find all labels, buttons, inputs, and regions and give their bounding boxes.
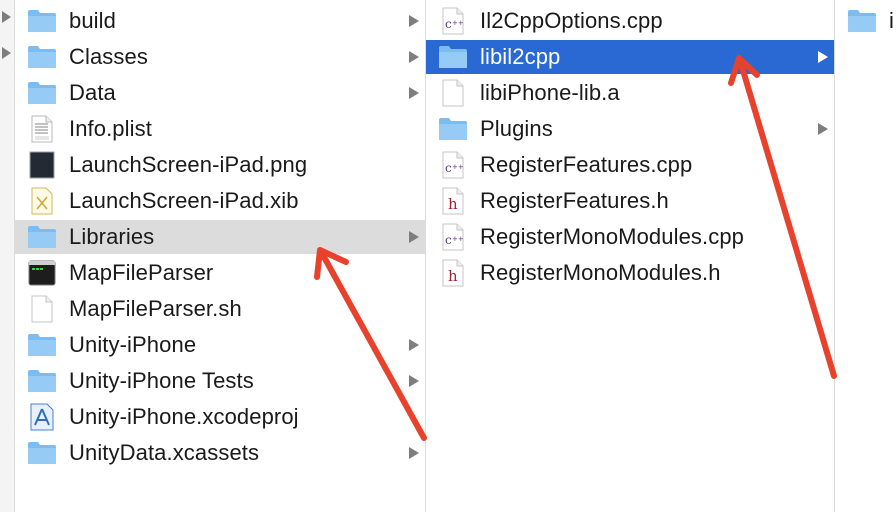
svg-text:c: c — [445, 233, 452, 247]
chevron-right-icon — [2, 47, 11, 59]
folder-icon — [27, 42, 57, 72]
list-item[interactable]: UnityData.xcassets — [15, 436, 425, 470]
document-icon — [27, 294, 57, 324]
chevron-right-icon — [2, 11, 11, 23]
svg-text:h: h — [448, 195, 458, 213]
folder-icon — [27, 438, 57, 468]
list-item[interactable]: i — [835, 4, 896, 38]
list-item[interactable]: Data — [15, 76, 425, 110]
cpp-file-icon: c ++ — [438, 150, 468, 180]
list-item[interactable]: c ++ RegisterMonoModules.cpp — [426, 220, 834, 254]
svg-text:h: h — [448, 267, 458, 285]
list-item[interactable]: h RegisterFeatures.h — [426, 184, 834, 218]
chevron-right-icon — [409, 375, 419, 387]
chevron-right-icon — [409, 447, 419, 459]
folder-icon — [847, 6, 877, 36]
xib-file-icon — [27, 186, 57, 216]
item-label: Unity-iPhone Tests — [69, 368, 254, 393]
header-file-icon: h — [438, 186, 468, 216]
item-label: RegisterFeatures.cpp — [480, 152, 693, 177]
chevron-right-icon — [409, 231, 419, 243]
plist-file-icon — [27, 114, 57, 144]
item-label: Unity-iPhone.xcodeproj — [69, 404, 299, 429]
item-label: UnityData.xcassets — [69, 440, 260, 465]
finder-column-browser: build Classes Data Info.plist LaunchScreen-i… — [0, 0, 896, 512]
svg-text:c: c — [445, 161, 452, 175]
svg-text:++: ++ — [452, 235, 464, 243]
item-label: libil2cpp — [480, 44, 561, 69]
folder-icon — [438, 42, 468, 72]
chevron-right-icon — [818, 51, 828, 63]
item-label: Il2CppOptions.cpp — [480, 8, 663, 33]
list-item[interactable]: build — [15, 4, 425, 38]
item-label: Libraries — [69, 224, 155, 249]
list-item[interactable]: Libraries — [15, 220, 425, 254]
chevron-right-icon — [409, 339, 419, 351]
list-item[interactable]: Unity-iPhone — [15, 328, 425, 362]
terminal-executable-icon — [27, 258, 57, 288]
svg-text:c: c — [445, 17, 452, 31]
item-label: MapFileParser — [69, 260, 214, 285]
png-image-icon — [27, 150, 57, 180]
column-libraries[interactable]: c ++ Il2CppOptions.cpp libil2cpp libiPhone-l… — [426, 0, 834, 512]
folder-icon — [27, 366, 57, 396]
list-item[interactable]: MapFileParser — [15, 256, 425, 290]
chevron-right-icon — [409, 15, 419, 27]
item-label: MapFileParser.sh — [69, 296, 242, 321]
list-item[interactable]: Unity-iPhone.xcodeproj — [15, 400, 425, 434]
xcode-project-icon — [27, 402, 57, 432]
list-item[interactable]: Plugins — [426, 112, 834, 146]
cpp-file-icon: c ++ — [438, 222, 468, 252]
item-label: Plugins — [480, 116, 553, 141]
item-label: RegisterFeatures.h — [480, 188, 669, 213]
document-icon — [438, 78, 468, 108]
folder-icon — [27, 6, 57, 36]
list-item[interactable]: LaunchScreen-iPad.png — [15, 148, 425, 182]
item-label: Unity-iPhone — [69, 332, 197, 357]
item-label: build — [69, 8, 116, 33]
item-label: libiPhone-lib.a — [480, 80, 620, 105]
list-item[interactable]: libiPhone-lib.a — [426, 76, 834, 110]
list-item[interactable]: Unity-iPhone Tests — [15, 364, 425, 398]
folder-icon — [27, 222, 57, 252]
chevron-right-icon — [409, 51, 419, 63]
list-item[interactable]: c ++ Il2CppOptions.cpp — [426, 4, 834, 38]
list-item[interactable]: libil2cpp — [426, 40, 834, 74]
chevron-right-icon — [818, 123, 828, 135]
item-label: i — [889, 8, 894, 33]
folder-icon — [27, 330, 57, 360]
list-item[interactable]: LaunchScreen-iPad.xib — [15, 184, 425, 218]
item-label: RegisterMonoModules.cpp — [480, 224, 744, 249]
folder-icon — [438, 114, 468, 144]
cpp-file-icon: c ++ — [438, 6, 468, 36]
item-label: RegisterMonoModules.h — [480, 260, 721, 285]
previous-column[interactable] — [0, 0, 14, 512]
column-libraries-parent[interactable]: build Classes Data Info.plist LaunchScreen-i… — [15, 0, 425, 512]
list-item[interactable]: c ++ RegisterFeatures.cpp — [426, 148, 834, 182]
item-label: Classes — [69, 44, 148, 69]
item-label: LaunchScreen-iPad.xib — [69, 188, 299, 213]
list-item[interactable]: Classes — [15, 40, 425, 74]
item-label: Data — [69, 80, 116, 105]
column-libil2cpp[interactable]: i — [835, 0, 896, 512]
list-item[interactable]: h RegisterMonoModules.h — [426, 256, 834, 290]
list-item[interactable]: MapFileParser.sh — [15, 292, 425, 326]
chevron-right-icon — [409, 87, 419, 99]
item-label: Info.plist — [69, 116, 152, 141]
svg-text:++: ++ — [452, 163, 464, 171]
svg-text:++: ++ — [452, 19, 464, 27]
folder-icon — [27, 78, 57, 108]
list-item[interactable]: Info.plist — [15, 112, 425, 146]
header-file-icon: h — [438, 258, 468, 288]
item-label: LaunchScreen-iPad.png — [69, 152, 308, 177]
